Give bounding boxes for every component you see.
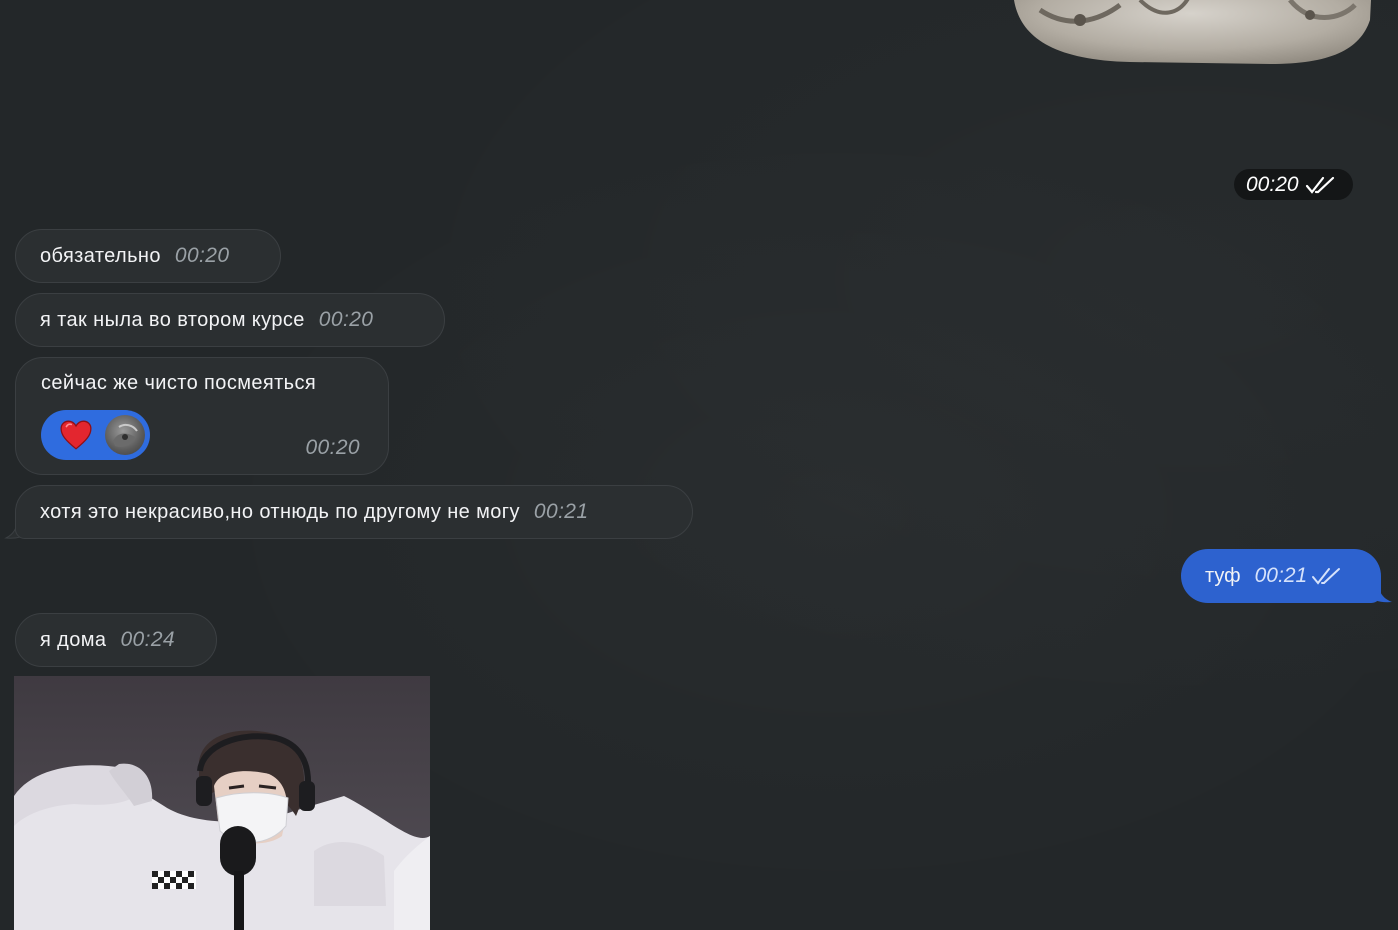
chat-area: 00:20 обязательно 00:20 я так ныла во вт… <box>0 0 1398 930</box>
message-time: 00:24 <box>120 628 176 651</box>
sticker-time: 00:20 <box>1246 172 1299 196</box>
message-time: 00:21 <box>533 500 589 523</box>
message-bubble-incoming[interactable]: обязательно 00:20 <box>15 229 281 283</box>
message-text: я так ныла во втором курсе <box>40 308 305 331</box>
double-check-icon <box>1305 176 1334 194</box>
message-bubble-incoming[interactable]: хотя это некрасиво,но отнюдь по другому … <box>15 485 693 539</box>
message-bubble-incoming[interactable]: я так ныла во втором курсе 00:20 <box>15 293 445 347</box>
message-bubble-outgoing[interactable]: туф 00:21 <box>1181 549 1381 603</box>
sticker-image[interactable] <box>1010 0 1372 66</box>
message-text: хотя это некрасиво,но отнюдь по другому … <box>40 500 520 523</box>
media-image[interactable] <box>14 676 430 930</box>
reactor-avatar <box>105 415 145 455</box>
message-text: туф <box>1205 564 1241 587</box>
reaction-pill[interactable] <box>41 410 150 460</box>
message-time: 00:20 <box>305 436 360 459</box>
message-text: обязательно <box>40 244 161 267</box>
sticker-time-badge: 00:20 <box>1234 169 1353 200</box>
message-bubble-incoming[interactable]: я дома 00:24 <box>15 613 217 667</box>
message-time: 00:20 <box>174 244 230 267</box>
message-bubble-incoming[interactable]: сейчас же чисто посмеяться 00:20 <box>15 357 389 475</box>
message-text: я дома <box>40 628 107 651</box>
message-time: 00:20 <box>318 308 374 331</box>
person-photo <box>14 730 430 930</box>
double-check-icon <box>1312 568 1341 585</box>
message-text: сейчас же чисто посмеяться <box>41 372 317 394</box>
message-time: 00:21 <box>1254 564 1308 587</box>
heart-icon <box>60 420 92 450</box>
